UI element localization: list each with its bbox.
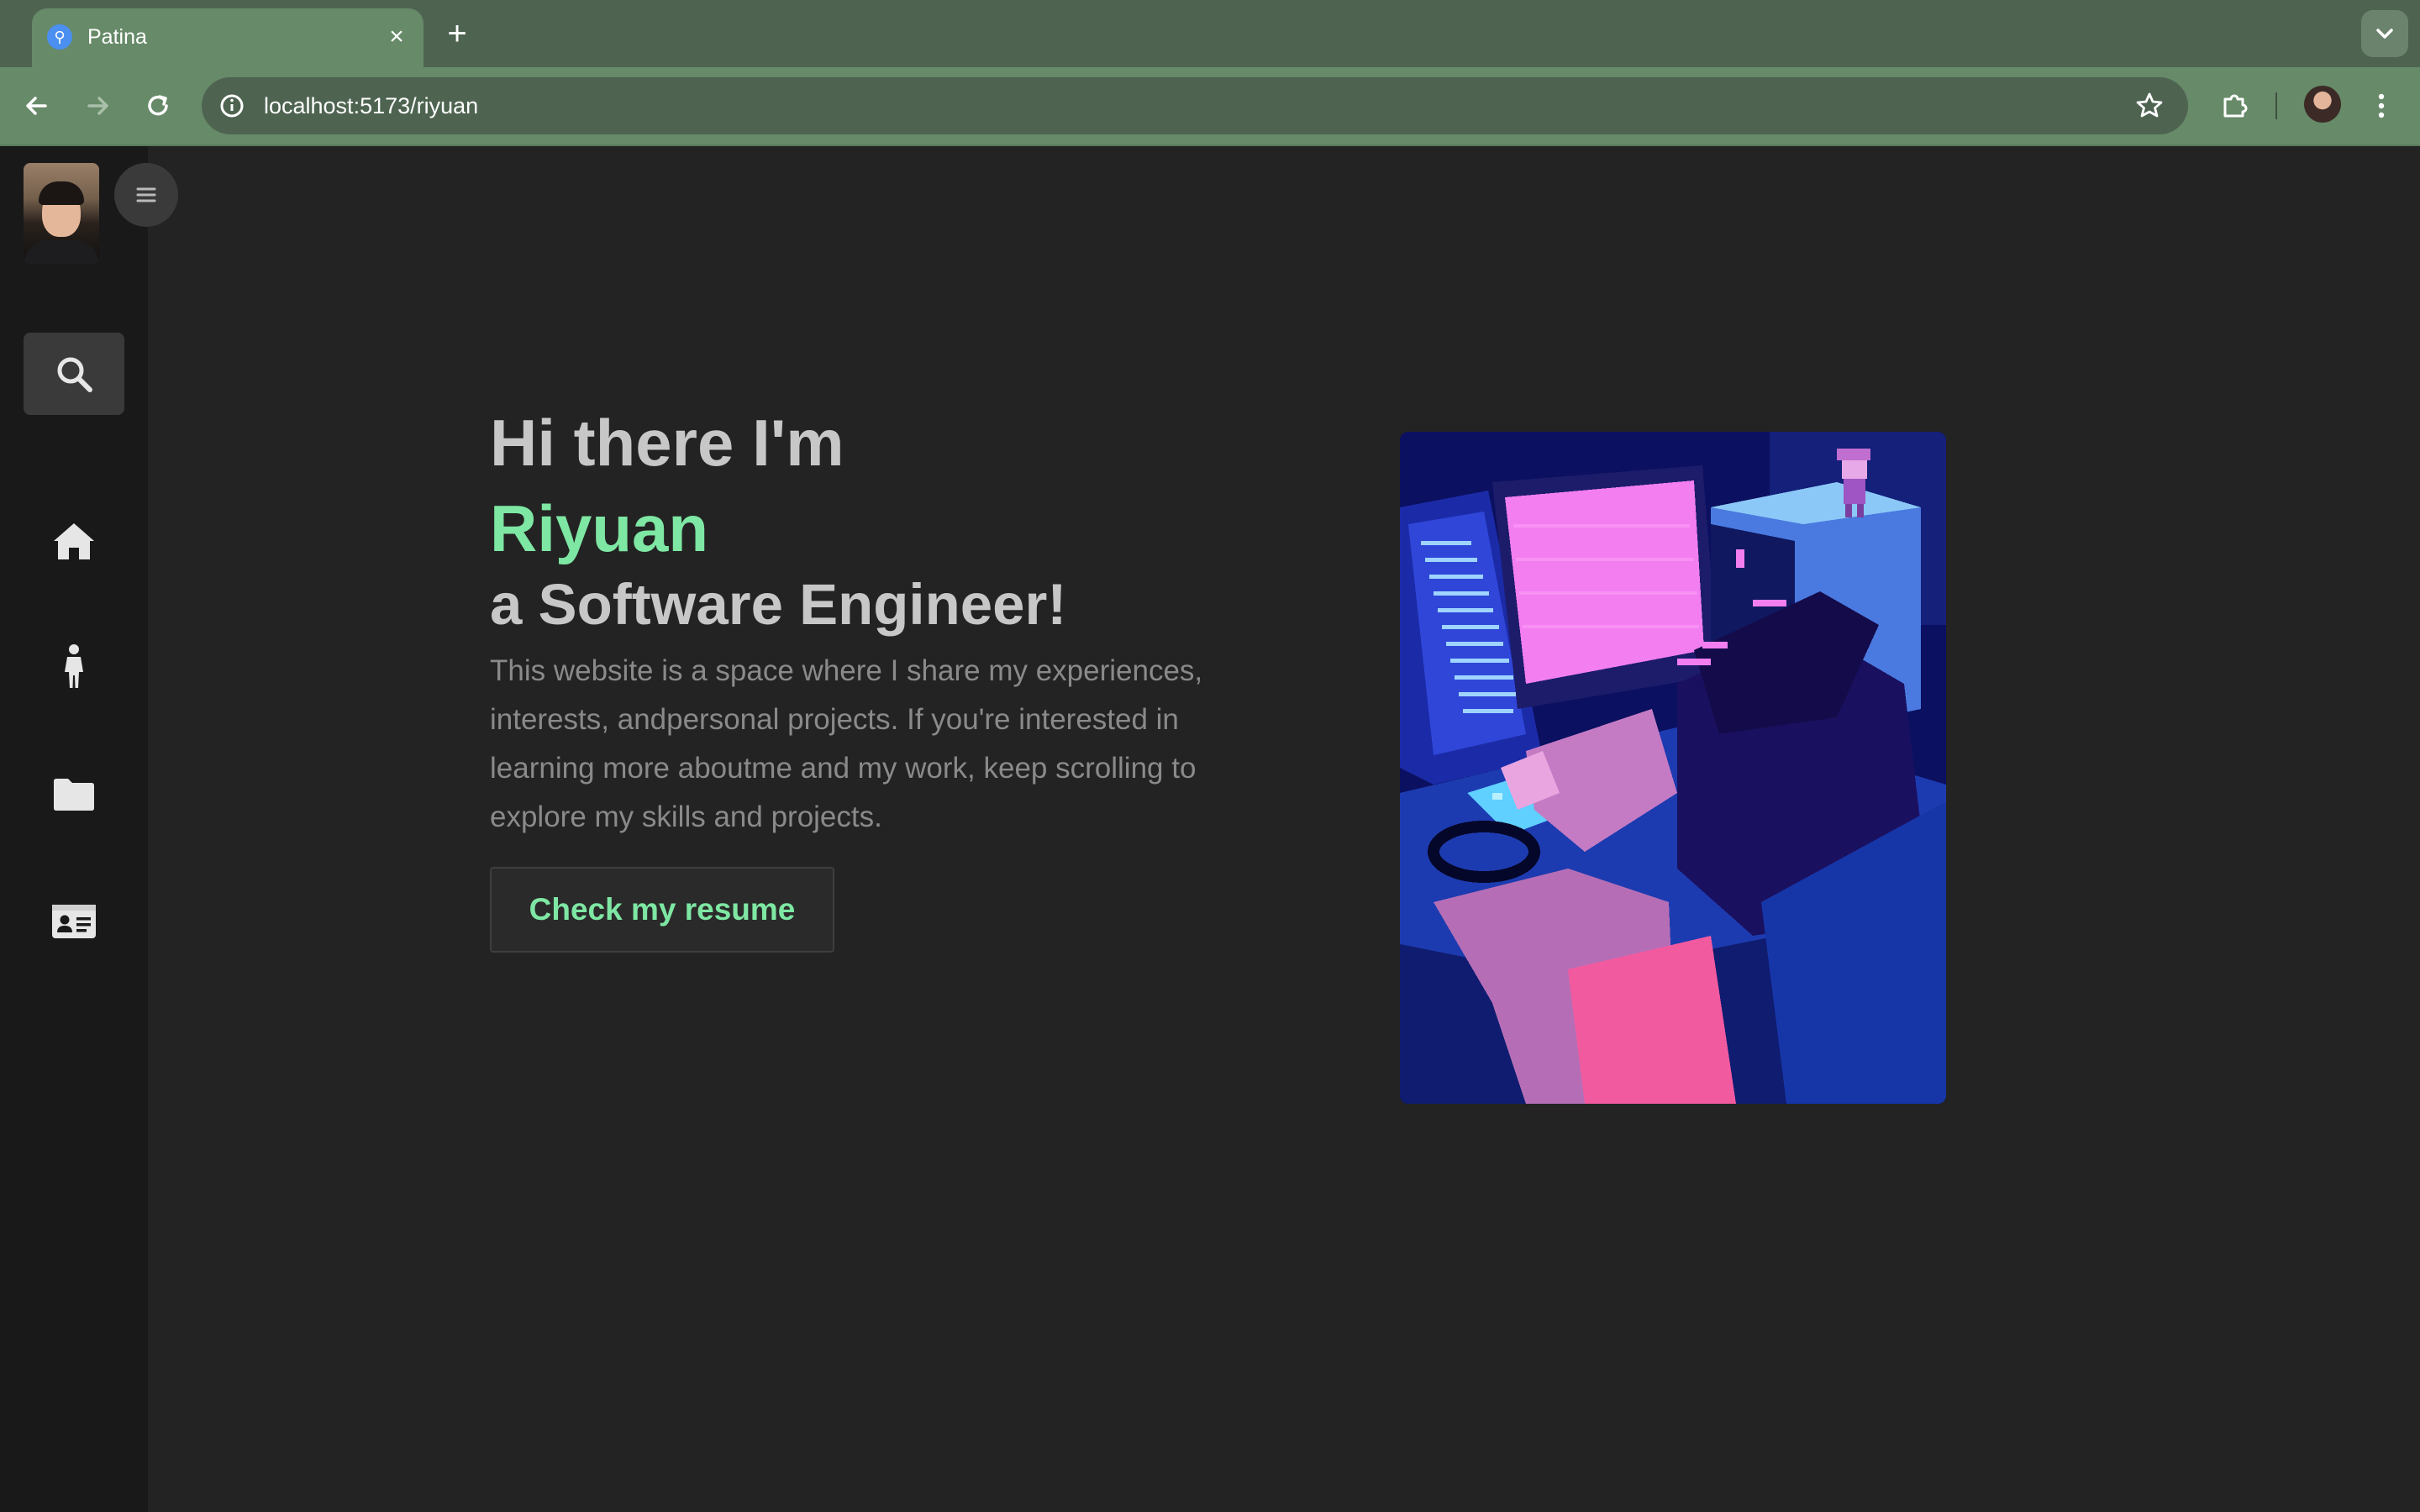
- avatar: [24, 163, 99, 264]
- address-bar[interactable]: localhost:5173/riyuan: [202, 77, 2188, 134]
- sidebar-item-about[interactable]: [49, 642, 99, 692]
- person-icon: [65, 644, 83, 688]
- hero-description: This website is a space where I share my…: [490, 654, 1203, 833]
- bookmark-star-icon[interactable]: [2133, 89, 2166, 123]
- back-button[interactable]: [17, 86, 57, 126]
- resume-button[interactable]: Check my resume: [490, 867, 834, 953]
- hero-illustration: [1400, 432, 1946, 1104]
- tab-title: Patina: [87, 25, 147, 49]
- home-icon: [54, 523, 94, 559]
- resume-button-label: Check my resume: [529, 892, 796, 927]
- sidebar-item-projects[interactable]: [49, 769, 99, 820]
- forward-button[interactable]: [77, 86, 118, 126]
- search-icon: [57, 357, 92, 392]
- toolbar-divider: [2275, 92, 2277, 119]
- chrome-divider: [0, 144, 2420, 146]
- browser-tab[interactable]: ⚲ Patina ×: [32, 8, 424, 67]
- profile-avatar[interactable]: [2304, 86, 2341, 123]
- browser-tabstrip: ⚲ Patina × +: [0, 0, 2420, 67]
- sidebar-item-search[interactable]: [24, 333, 124, 415]
- new-tab-button[interactable]: +: [439, 15, 476, 52]
- sidebar-item-home[interactable]: [49, 516, 99, 566]
- hero-greeting: Hi there I'm: [490, 406, 844, 480]
- sidebar-item-contact[interactable]: [49, 895, 99, 946]
- extensions-icon[interactable]: [2215, 86, 2255, 126]
- favicon-icon: ⚲: [47, 24, 72, 50]
- browser-toolbar: localhost:5173/riyuan: [0, 67, 2420, 144]
- arrow-left-icon: [26, 97, 47, 115]
- folder-icon: [54, 779, 94, 811]
- sidebar-toggle-button[interactable]: [114, 163, 178, 227]
- tab-search-button[interactable]: [2361, 10, 2408, 57]
- hero-role: a Software Engineer!: [490, 572, 1067, 637]
- sidebar: [0, 146, 148, 1512]
- chevron-down-icon: [2376, 29, 2393, 39]
- id-card-icon: [52, 905, 96, 938]
- url-text[interactable]: localhost:5173/riyuan: [264, 89, 478, 123]
- more-menu-icon[interactable]: [2365, 86, 2398, 126]
- reload-icon: [148, 95, 168, 116]
- site-info-icon[interactable]: [215, 89, 249, 123]
- arrow-right-icon: [87, 97, 108, 115]
- menu-icon: [136, 187, 156, 202]
- tab-close-button[interactable]: ×: [381, 22, 412, 52]
- reload-button[interactable]: [138, 86, 178, 126]
- hero-name: Riyuan: [490, 491, 709, 565]
